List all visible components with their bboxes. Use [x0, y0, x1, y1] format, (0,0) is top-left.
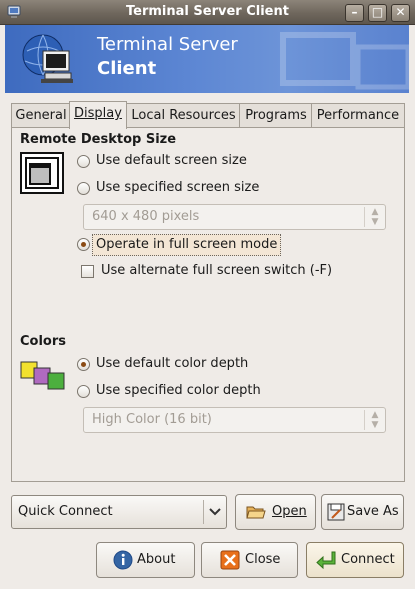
title-bar[interactable]: Terminal Server Client – □ ✕	[0, 0, 415, 25]
banner-title-line2: Client	[97, 58, 157, 79]
screen-size-select[interactable]: 640 x 480 pixels ▲ ▼	[83, 204, 386, 230]
full-screen-mode-label[interactable]: Operate in full screen mode	[92, 234, 282, 256]
radio-specified-screen-size[interactable]	[77, 182, 90, 195]
save-as-label: Save As	[347, 504, 399, 519]
spin-arrows-icon: ▲ ▼	[364, 410, 385, 430]
quick-connect-value: Quick Connect	[18, 504, 113, 519]
tab-programs[interactable]: Programs	[239, 103, 313, 128]
watermark-computer-icon	[280, 32, 409, 90]
screen-size-value: 640 x 480 pixels	[92, 209, 200, 224]
default-color-depth-label[interactable]: Use default color depth	[96, 356, 248, 371]
alternate-switch-checkbox[interactable]	[81, 265, 94, 278]
about-button[interactable]: About	[96, 542, 195, 578]
screen-size-icon	[20, 152, 64, 194]
color-depth-select[interactable]: High Color (16 bit) ▲ ▼	[83, 407, 386, 433]
colors-heading: Colors	[20, 334, 67, 349]
tab-display[interactable]: Display	[69, 101, 127, 129]
info-icon	[113, 550, 133, 570]
radio-default-screen-size[interactable]	[77, 155, 90, 168]
quick-connect-combo[interactable]: Quick Connect	[11, 495, 227, 529]
alternate-switch-label[interactable]: Use alternate full screen switch (-F)	[101, 263, 332, 278]
spin-arrows-icon: ▲ ▼	[364, 207, 385, 227]
maximize-button[interactable]: □	[368, 4, 387, 22]
close-label: Close	[245, 552, 281, 567]
about-label: About	[137, 552, 176, 567]
default-screen-size-label[interactable]: Use default screen size	[96, 153, 247, 168]
computer-globe-icon	[22, 34, 73, 83]
radio-full-screen-mode[interactable]	[77, 238, 90, 251]
minimize-button[interactable]: –	[345, 4, 364, 22]
tab-performance[interactable]: Performance	[311, 103, 405, 128]
connect-label: Connect	[341, 552, 395, 567]
banner-title-line1: Terminal Server	[97, 34, 238, 55]
open-label: Open	[272, 504, 307, 519]
connect-arrow-icon	[316, 551, 336, 570]
color-depth-icon	[20, 361, 65, 390]
specified-screen-size-label[interactable]: Use specified screen size	[96, 180, 259, 195]
radio-specified-color-depth[interactable]	[77, 385, 90, 398]
color-depth-value: High Color (16 bit)	[92, 412, 212, 427]
tab-general[interactable]: General	[11, 103, 71, 128]
window-close-button[interactable]: ✕	[391, 4, 410, 22]
tab-display-label: Display	[74, 106, 122, 121]
open-button[interactable]: Open	[235, 494, 316, 530]
tab-performance-label: Performance	[316, 108, 400, 123]
save-as-button[interactable]: Save As	[321, 494, 404, 530]
tab-programs-label: Programs	[245, 108, 307, 123]
close-button[interactable]: Close	[201, 542, 298, 578]
radio-default-color-depth[interactable]	[77, 358, 90, 371]
connect-button[interactable]: Connect	[306, 542, 404, 578]
header-banner: Terminal Server Client	[5, 25, 409, 93]
close-icon	[220, 550, 240, 570]
save-icon	[327, 503, 345, 521]
tab-general-label: General	[15, 108, 67, 123]
remote-desktop-heading: Remote Desktop Size	[20, 132, 177, 147]
tab-local-resources-label: Local Resources	[131, 108, 236, 123]
specified-color-depth-label[interactable]: Use specified color depth	[96, 383, 261, 398]
folder-open-icon	[246, 506, 266, 519]
chevron-down-icon	[209, 508, 221, 516]
tab-local-resources[interactable]: Local Resources	[126, 103, 241, 128]
